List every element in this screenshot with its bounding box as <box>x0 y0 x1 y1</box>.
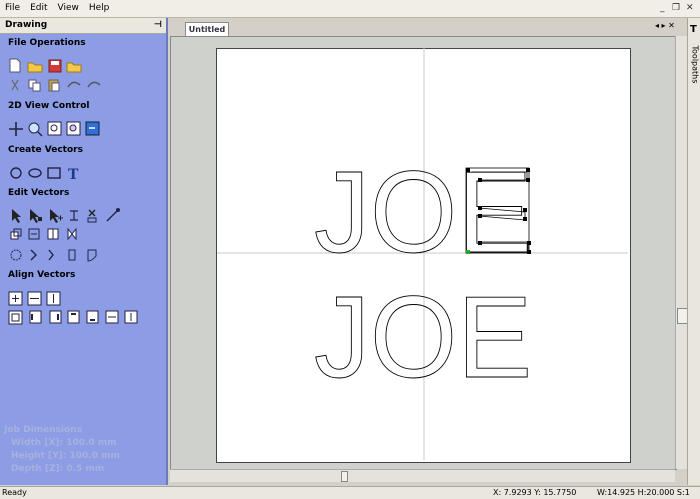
view-page-icon[interactable] <box>85 121 100 136</box>
status-ready: Ready <box>2 488 27 497</box>
paste-icon[interactable] <box>48 79 60 92</box>
toolpaths-tab-label[interactable]: Toolpaths <box>691 46 700 92</box>
align-left-icon[interactable] <box>29 310 42 324</box>
node-edit-icon[interactable] <box>30 209 42 223</box>
pin-icon[interactable]: ⊣ <box>149 18 162 33</box>
toolpath-t-icon: T <box>690 24 697 35</box>
toolpaths-side-tab[interactable]: T Toolpaths <box>687 18 700 485</box>
trim-icon[interactable] <box>70 210 78 221</box>
status-bar: Ready X: 7.9293 Y: 15.7750 W:14.925 H:20… <box>0 486 700 499</box>
pan-icon[interactable] <box>9 122 23 136</box>
open-recent-icon[interactable] <box>66 62 82 73</box>
menu-file[interactable]: File <box>0 0 25 17</box>
delete-node-icon[interactable] <box>87 209 97 223</box>
close-button[interactable]: ✕ <box>686 0 694 17</box>
status-dimensions: W:14.925 H:20.000 S:1 <box>597 488 690 497</box>
rotate-icon[interactable] <box>28 228 40 240</box>
ellipse-icon[interactable] <box>28 168 42 178</box>
vector-text-bottom[interactable]: JOE <box>314 272 533 403</box>
document-tab-strip <box>168 18 686 36</box>
redo-icon[interactable] <box>87 81 101 88</box>
section-2d-view-control: 2D View Control <box>8 101 90 111</box>
job-height: Height [Y]: 100.0 mm <box>11 451 120 461</box>
zoom-window-icon[interactable] <box>66 121 81 136</box>
file-operations-toolbar <box>9 58 101 92</box>
weld-icon[interactable] <box>10 249 22 261</box>
scale-icon[interactable] <box>10 228 22 240</box>
select-icon[interactable] <box>12 209 21 223</box>
menu-view[interactable]: View <box>53 0 84 17</box>
align-right-icon[interactable] <box>49 310 62 324</box>
space-vertical-icon[interactable] <box>124 310 138 324</box>
align-top-icon[interactable] <box>67 310 80 324</box>
vertical-scrollbar[interactable] <box>675 36 688 469</box>
menu-edit[interactable]: Edit <box>25 0 52 17</box>
menu-bar: File Edit View Help <box>0 0 700 18</box>
status-coordinates: X: 7.9293 Y: 15.7750 <box>493 488 577 497</box>
zoom-extents-icon[interactable] <box>47 121 62 136</box>
circle-icon[interactable] <box>10 167 22 179</box>
open-folder-icon[interactable] <box>27 62 43 73</box>
cut-icon[interactable] <box>11 79 19 91</box>
view-control-toolbar <box>9 121 100 137</box>
space-horizontal-icon[interactable] <box>105 310 119 324</box>
job-depth: Depth [Z]: 0.5 mm <box>11 464 105 474</box>
align-horizontal-center-icon[interactable] <box>27 291 42 306</box>
text-icon[interactable]: T <box>68 167 79 183</box>
panel-title-text: Drawing <box>5 20 48 30</box>
restore-button[interactable]: ❐ <box>672 0 680 17</box>
section-edit-vectors: Edit Vectors <box>8 188 70 198</box>
offset-icon[interactable] <box>30 249 37 261</box>
zoom-icon[interactable] <box>28 122 43 137</box>
fillet-icon[interactable] <box>68 249 76 261</box>
tab-untitled[interactable]: Untitled <box>185 22 229 37</box>
svg-text:T: T <box>68 167 79 183</box>
join-icon[interactable] <box>48 249 54 261</box>
job-dimensions-title: Job Dimensions <box>4 425 82 435</box>
save-icon[interactable] <box>48 59 62 73</box>
section-align-vectors: Align Vectors <box>8 270 76 280</box>
section-file-operations: File Operations <box>8 38 86 48</box>
drawing-panel-title: Drawing ⊣ <box>0 18 166 34</box>
add-node-icon[interactable] <box>50 209 63 223</box>
section-create-vectors: Create Vectors <box>8 145 83 155</box>
align-vectors-toolbar <box>8 291 138 325</box>
menu-help[interactable]: Help <box>84 0 115 17</box>
align-center-icon[interactable] <box>8 291 23 306</box>
mirror-icon[interactable] <box>47 228 59 240</box>
minimize-button[interactable]: _ <box>660 0 665 17</box>
align-vertical-center-icon[interactable] <box>46 291 61 306</box>
new-file-icon[interactable] <box>9 58 21 73</box>
job-dimensions: Job Dimensions Width [X]: 100.0 mm Heigh… <box>4 424 120 476</box>
horizontal-scroll-thumb[interactable] <box>341 471 348 482</box>
align-layout-icon[interactable] <box>8 310 23 325</box>
flip-icon[interactable] <box>67 227 77 241</box>
job-width: Width [X]: 100.0 mm <box>11 438 117 448</box>
rectangle-icon[interactable] <box>47 167 61 179</box>
vector-text-top[interactable]: JOE <box>314 147 533 278</box>
align-bottom-icon[interactable] <box>86 310 99 324</box>
shield-icon[interactable] <box>87 249 97 262</box>
copy-icon[interactable] <box>28 79 41 92</box>
measure-icon[interactable] <box>106 208 120 222</box>
undo-icon[interactable] <box>67 81 81 88</box>
edit-vectors-toolbar <box>10 208 120 262</box>
tab-nav-controls[interactable]: ◂ ▸ ✕ <box>655 21 675 30</box>
drawing-canvas[interactable]: JOE JOE <box>170 36 675 468</box>
create-vectors-toolbar: T <box>10 167 79 183</box>
horizontal-scrollbar[interactable] <box>170 469 675 482</box>
